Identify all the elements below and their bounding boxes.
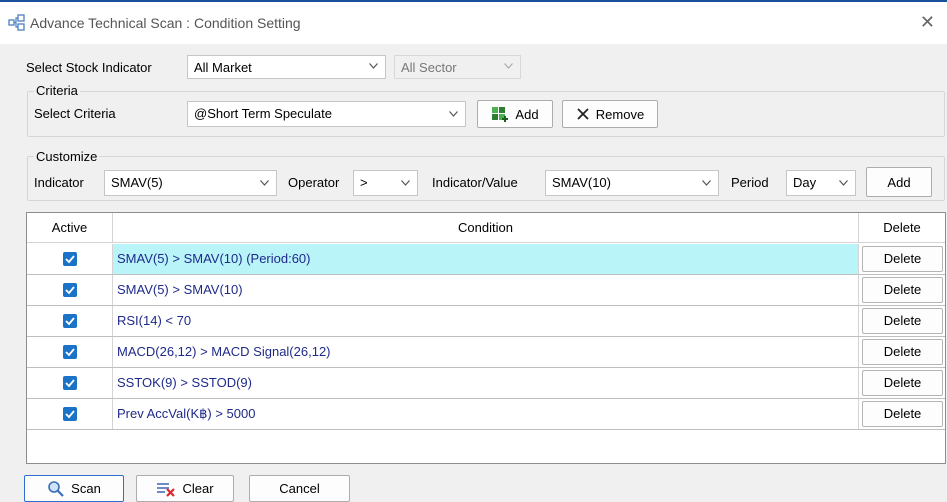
cancel-button[interactable]: Cancel	[249, 475, 350, 502]
chevron-down-icon	[702, 180, 711, 186]
clear-label: Clear	[182, 481, 214, 496]
indicator-label: Indicator	[34, 175, 84, 190]
scan-button[interactable]: Scan	[24, 475, 124, 502]
checkmark-icon	[65, 286, 75, 295]
customize-group-title: Customize	[34, 149, 100, 164]
checkmark-icon	[65, 255, 75, 264]
header-active: Active	[27, 213, 113, 243]
cancel-label: Cancel	[279, 481, 320, 496]
table-row[interactable]: Prev AccVal(K฿) > 5000 Delete	[27, 399, 945, 430]
period-label: Period	[731, 175, 769, 190]
condition-text: RSI(14) < 70	[113, 306, 859, 336]
delete-button[interactable]: Delete	[862, 308, 943, 334]
chevron-down-icon	[369, 63, 378, 69]
market-select-value: All Market	[194, 60, 252, 75]
market-select[interactable]: All Market	[187, 55, 386, 79]
criteria-add-button[interactable]: Add	[477, 100, 553, 128]
indicator-select-value: SMAV(5)	[111, 175, 163, 190]
delete-button[interactable]: Delete	[862, 246, 943, 272]
condition-text: SSTOK(9) > SSTOD(9)	[113, 368, 859, 398]
sector-select: All Sector	[394, 55, 521, 79]
table-row[interactable]: SSTOK(9) > SSTOD(9) Delete	[27, 368, 945, 399]
delete-button[interactable]: Delete	[862, 277, 943, 303]
checkmark-icon	[65, 317, 75, 326]
delete-button[interactable]: Delete	[862, 370, 943, 396]
grid-header: Active Condition Delete	[27, 213, 945, 243]
table-row[interactable]: RSI(14) < 70 Delete	[27, 306, 945, 337]
checkmark-icon	[65, 379, 75, 388]
table-row[interactable]: MACD(26,12) > MACD Signal(26,12) Delete	[27, 337, 945, 368]
period-select-value: Day	[793, 175, 817, 190]
chevron-down-icon	[449, 111, 458, 117]
chevron-down-icon	[260, 180, 269, 186]
add-icon	[492, 107, 509, 122]
period-select[interactable]: Day	[786, 170, 856, 196]
operator-select-value: >	[360, 175, 368, 190]
scan-label: Scan	[71, 481, 101, 496]
stock-indicator-label: Select Stock Indicator	[26, 60, 152, 75]
active-checkbox[interactable]	[63, 407, 77, 421]
clear-icon	[157, 482, 176, 497]
criteria-add-label: Add	[515, 106, 539, 122]
active-checkbox[interactable]	[63, 314, 77, 328]
select-criteria-label: Select Criteria	[34, 106, 116, 121]
indicator-value-select[interactable]: SMAV(10)	[545, 170, 719, 196]
indicator-select[interactable]: SMAV(5)	[104, 170, 277, 196]
window-title: Advance Technical Scan : Condition Setti…	[30, 15, 301, 31]
title-bar: Advance Technical Scan : Condition Setti…	[0, 0, 947, 44]
customize-add-button[interactable]: Add	[866, 167, 932, 197]
checkmark-icon	[65, 410, 75, 419]
indicator-value-label: Indicator/Value	[432, 175, 518, 190]
delete-button[interactable]: Delete	[862, 401, 943, 427]
indicator-value-select-value: SMAV(10)	[552, 175, 611, 190]
conditions-grid: Active Condition Delete SMAV(5) > SMAV(1…	[26, 212, 946, 464]
chevron-down-icon	[504, 63, 513, 69]
table-row[interactable]: SMAV(5) > SMAV(10) Delete	[27, 275, 945, 306]
app-icon	[8, 14, 25, 31]
remove-x-icon	[577, 108, 589, 120]
active-checkbox[interactable]	[63, 345, 77, 359]
header-delete: Delete	[883, 220, 921, 235]
criteria-group-title: Criteria	[34, 83, 80, 98]
active-checkbox[interactable]	[63, 283, 77, 297]
criteria-remove-label: Remove	[595, 106, 645, 122]
chevron-down-icon	[839, 180, 848, 186]
header-condition: Condition	[113, 213, 859, 243]
operator-label: Operator	[288, 175, 340, 190]
chevron-down-icon	[401, 180, 410, 186]
delete-button[interactable]: Delete	[862, 339, 943, 365]
checkmark-icon	[65, 348, 75, 357]
search-icon	[48, 480, 64, 497]
active-checkbox[interactable]	[63, 252, 77, 266]
criteria-select[interactable]: @Short Term Speculate	[187, 101, 466, 127]
sector-select-value: All Sector	[401, 60, 457, 75]
condition-text: MACD(26,12) > MACD Signal(26,12)	[113, 337, 859, 367]
active-checkbox[interactable]	[63, 376, 77, 390]
condition-text: Prev AccVal(K฿) > 5000	[113, 399, 859, 429]
customize-add-label: Add	[887, 174, 911, 190]
condition-text: SMAV(5) > SMAV(10) (Period:60)	[113, 244, 859, 274]
operator-select[interactable]: >	[353, 170, 418, 196]
criteria-select-value: @Short Term Speculate	[194, 106, 332, 121]
clear-button[interactable]: Clear	[136, 475, 234, 502]
close-icon[interactable]: ✕	[920, 12, 935, 33]
table-row[interactable]: SMAV(5) > SMAV(10) (Period:60) Delete	[27, 244, 945, 275]
criteria-remove-button[interactable]: Remove	[562, 100, 658, 128]
condition-text: SMAV(5) > SMAV(10)	[113, 275, 859, 305]
